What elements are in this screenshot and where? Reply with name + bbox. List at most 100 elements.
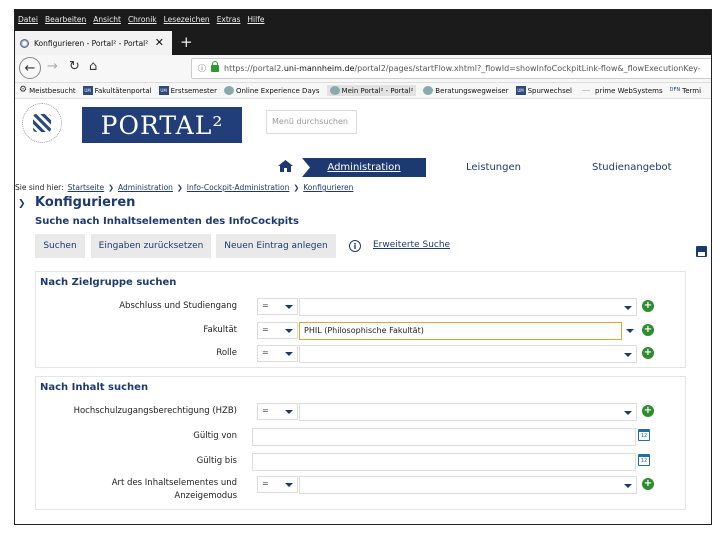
breadcrumb-startseite[interactable]: Startseite [68, 183, 104, 192]
url-prefix: https://portal2. [224, 64, 284, 73]
uni-icon: UM [82, 86, 93, 95]
valid-from-input[interactable] [252, 428, 636, 446]
url-domain: uni-mannheim.de [283, 64, 355, 73]
reset-button[interactable]: Eingaben zurücksetzen [91, 234, 211, 258]
dfn-icon: DFN [669, 87, 681, 93]
menu-lesezeichen[interactable]: Lesezeichen [164, 15, 210, 24]
content-type-label: Art des Inhaltselementes und [111, 478, 237, 488]
menu-chronik[interactable]: Chronik [128, 15, 157, 24]
seal-icon [20, 38, 29, 48]
info-circle-icon[interactable]: ⓘ [198, 63, 206, 74]
lock-icon [211, 61, 219, 72]
chevron-down-icon[interactable] [626, 327, 635, 336]
browser-window: Datei Bearbeiten Ansicht Chronik Lesezei… [14, 9, 712, 525]
page-title: Konfigurieren [35, 195, 136, 210]
add-icon[interactable]: + [642, 478, 654, 490]
gear-icon: ⚙ [19, 85, 28, 95]
bookmark-prime-websystems[interactable]: ⁓⁓ prime WebSystems [579, 86, 663, 95]
page-subtitle: Suche nach Inhaltselementen des InfoCock… [35, 216, 299, 227]
home-icon[interactable]: ⌂ [89, 59, 97, 74]
back-arrow-icon[interactable]: ← [19, 57, 41, 79]
close-icon[interactable]: ✕ [155, 36, 164, 49]
breadcrumb-konfigurieren[interactable]: Konfigurieren [303, 183, 353, 192]
browser-tab[interactable]: Konfigurieren - Portal² - Portal² ✕ [15, 31, 172, 55]
valid-to-input[interactable] [252, 453, 636, 471]
collapse-chevron-icon[interactable]: ❯ [18, 199, 26, 209]
bookmark-label: prime WebSystems [595, 86, 663, 95]
prime-icon: ⁓⁓ [582, 88, 590, 93]
menu-ansicht[interactable]: Ansicht [93, 15, 121, 24]
add-icon[interactable]: + [642, 300, 654, 312]
search-button[interactable]: Suchen [35, 234, 85, 258]
tab-strip: Konfigurieren - Portal² - Portal² ✕ + [15, 28, 711, 55]
bookmark-label: Beratungswegweiser [435, 86, 509, 95]
bookmark-termi[interactable]: DFN Termi [670, 86, 701, 95]
menu-search-input[interactable]: Menü durchsuchen [266, 110, 357, 134]
chevron-right-icon: ❯ [108, 183, 115, 192]
advanced-search-link[interactable]: Erweiterte Suche [373, 240, 450, 250]
content-type-operator-select[interactable]: = [257, 476, 298, 493]
menu-extras[interactable]: Extras [217, 15, 241, 24]
role-operator-select[interactable]: = [257, 345, 298, 362]
role-value-select[interactable] [299, 345, 637, 363]
portal-page: PORTAL² Menü durchsuchen Administration … [15, 100, 711, 524]
hzb-operator-select[interactable]: = [257, 403, 298, 420]
bookmark-meistbesucht[interactable]: ⚙ Meistbesucht [19, 86, 76, 95]
degree-value-select[interactable] [299, 298, 637, 316]
chevron-right-icon: ❯ [176, 183, 183, 192]
bookmark-label: Erstsemester [170, 86, 217, 95]
uni-icon: UM [158, 86, 169, 95]
nav-tab-studienangebot[interactable]: Studienangebot [592, 162, 672, 173]
hzb-value-select[interactable] [299, 403, 637, 421]
reload-icon[interactable]: ↻ [69, 59, 80, 74]
university-seal-icon [22, 103, 62, 143]
degree-operator-select[interactable]: = [257, 298, 298, 315]
nav-tab-administration[interactable]: Administration [302, 158, 426, 177]
bookmark-label: Fakultätenportal [94, 86, 152, 95]
add-icon[interactable]: + [642, 324, 654, 336]
content-section: Nach Inhalt suchen Hochschulzugangsberec… [35, 376, 686, 510]
target-group-section: Nach Zielgruppe suchen Abschluss und Stu… [35, 271, 686, 368]
save-icon[interactable] [696, 246, 707, 257]
new-tab-icon[interactable]: + [180, 33, 193, 51]
breadcrumb: Sie sind hier: Startseite ❯ Administrati… [15, 183, 357, 192]
bookmark-label: Meistbesucht [29, 86, 76, 95]
faculty-value-input[interactable]: PHIL (Philosophische Fakultät) [299, 322, 622, 340]
menu-hilfe[interactable]: Hilfe [247, 15, 264, 24]
degree-label: Abschluss und Studiengang [119, 301, 237, 311]
calendar-icon[interactable]: 12 [638, 454, 650, 466]
bookmark-beratungswegweiser[interactable]: Beratungswegweiser [423, 86, 509, 95]
bookmark-fakultaetenportal[interactable]: UM Fakultätenportal [82, 86, 152, 95]
bookmark-mein-portal[interactable]: Mein Portal² - Portal² [326, 85, 417, 96]
faculty-label: Fakultät [203, 325, 237, 335]
breadcrumb-administration[interactable]: Administration [118, 183, 173, 192]
navigation-toolbar: ← → ↻ ⌂ ⓘ https://portal2. uni-mannheim.d… [15, 55, 711, 83]
add-icon[interactable]: + [642, 405, 654, 417]
seal-icon [329, 86, 340, 95]
seal-icon [223, 86, 234, 95]
portal-logo[interactable]: PORTAL² [82, 107, 242, 143]
url-bar[interactable]: ⓘ https://portal2. uni-mannheim.de/portal… [191, 58, 711, 79]
section-heading: Nach Zielgruppe suchen [40, 277, 177, 288]
nav-tab-leistungen[interactable]: Leistungen [466, 162, 521, 173]
browser-menu-bar: Datei Bearbeiten Ansicht Chronik Lesezei… [15, 10, 711, 28]
info-icon[interactable]: i [349, 240, 361, 252]
breadcrumb-info-cockpit-administration[interactable]: Info-Cockpit-Administration [187, 183, 290, 192]
bookmark-online-experience-days[interactable]: Online Experience Days [223, 86, 320, 95]
valid-to-label: Gültig bis [196, 456, 237, 466]
menu-bearbeiten[interactable]: Bearbeiten [45, 15, 86, 24]
content-type-value-select[interactable] [299, 476, 637, 494]
faculty-operator-select[interactable]: = [257, 322, 298, 339]
calendar-icon[interactable]: 12 [638, 429, 650, 441]
bookmarks-bar: ⚙ Meistbesucht UM Fakultätenportal UM Ersts… [15, 83, 711, 99]
menu-datei[interactable]: Datei [18, 15, 38, 24]
bookmark-erstsemester[interactable]: UM Erstsemester [158, 86, 217, 95]
breadcrumb-prefix: Sie sind hier: [15, 183, 64, 192]
new-entry-button[interactable]: Neuen Eintrag anlegen [216, 234, 336, 258]
bookmark-spurwechsel[interactable]: UM Spurwechsel [515, 86, 572, 95]
forward-arrow-icon[interactable]: → [47, 59, 58, 74]
add-icon[interactable]: + [642, 347, 654, 359]
bookmark-label: Online Experience Days [235, 86, 320, 95]
hzb-label: Hochschulzugangsberechtigung (HZB) [73, 406, 237, 416]
home-icon[interactable] [277, 159, 294, 173]
